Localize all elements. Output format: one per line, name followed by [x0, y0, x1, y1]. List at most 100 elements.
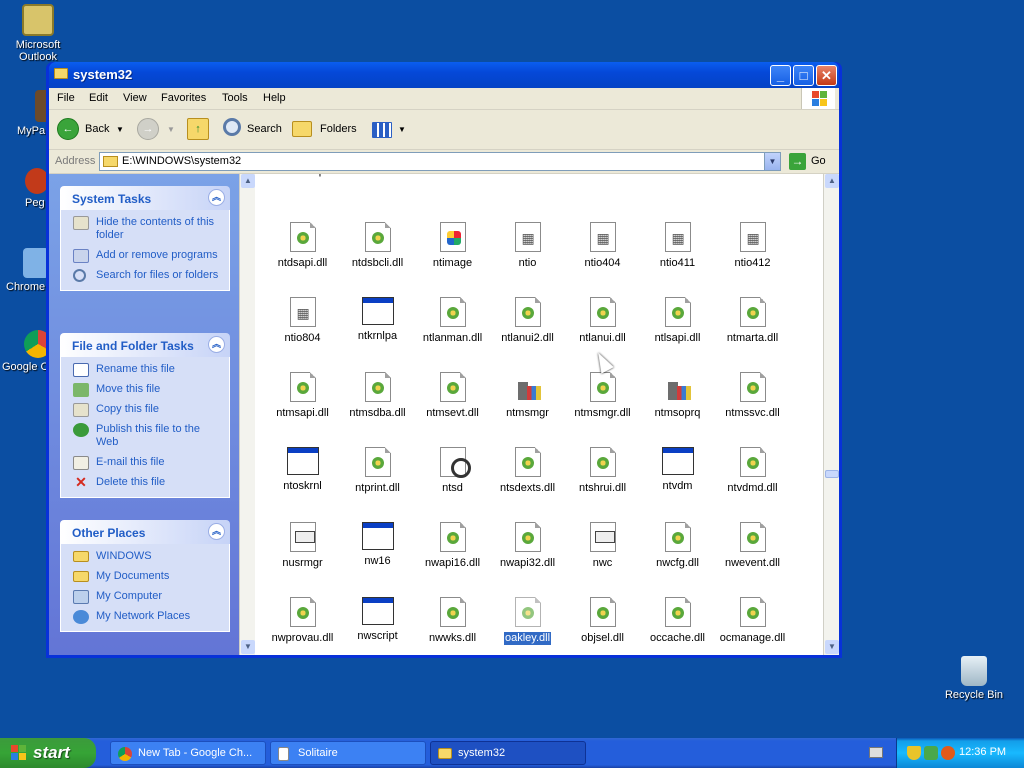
file-item[interactable]: nwscript [340, 597, 415, 643]
file-item[interactable]: ntdos412 [640, 174, 715, 178]
file-item[interactable]: nw16 [340, 522, 415, 568]
task-email-file[interactable]: E-mail this file [73, 456, 221, 470]
file-item[interactable]: nwapi32.dll [490, 522, 565, 570]
menu-tools[interactable]: Tools [222, 92, 248, 104]
file-item[interactable]: ocmanage.dll [715, 597, 790, 645]
file-item[interactable]: nwwks.dll [415, 597, 490, 645]
scroll-up-arrow-icon[interactable]: ▲ [825, 174, 839, 188]
file-item[interactable]: nusrmgr [265, 522, 340, 570]
up-folder-button[interactable]: ↑ [187, 118, 209, 142]
file-item[interactable]: nwc [565, 522, 640, 570]
task-search-files[interactable]: Search for files or folders [73, 269, 221, 282]
folders-button[interactable]: Folders [292, 118, 358, 142]
place-my-computer[interactable]: My Computer [73, 590, 221, 604]
task-system32[interactable]: system32 [430, 741, 586, 765]
task-rename-file[interactable]: Rename this file [73, 363, 221, 377]
file-item[interactable]: ntio411 [640, 222, 715, 270]
file-item[interactable]: ntlanui2.dll [490, 297, 565, 345]
file-item[interactable]: ntsdexts.dll [490, 447, 565, 495]
file-item[interactable]: ntmsevt.dll [415, 372, 490, 420]
file-item[interactable]: ntshrui.dll [565, 447, 640, 495]
search-button[interactable]: Search [221, 118, 287, 142]
file-item[interactable]: occache.dll [640, 597, 715, 645]
file-item[interactable]: ntmsmgr.dll [565, 372, 640, 420]
file-item[interactable]: ntprint.dll [340, 447, 415, 495]
file-item[interactable]: ntdos804 [715, 174, 790, 178]
address-dropdown-button[interactable]: ▼ [764, 153, 780, 170]
views-button[interactable]: ▼ [372, 118, 406, 142]
menu-file[interactable]: File [57, 92, 75, 104]
file-item[interactable]: ntlanui.dll [565, 297, 640, 345]
file-list-scrollbar[interactable]: ▲ ▼ [823, 174, 839, 655]
file-item[interactable]: ntdos411 [565, 174, 640, 178]
file-item[interactable]: objsel.dll [565, 597, 640, 645]
file-item[interactable]: ntimage [415, 222, 490, 270]
file-item[interactable]: nwcfg.dll [640, 522, 715, 570]
scroll-up-arrow-icon[interactable]: ▲ [241, 174, 255, 188]
file-item[interactable]: ntio404 [565, 222, 640, 270]
scroll-down-arrow-icon[interactable]: ▼ [241, 640, 255, 654]
task-publish-to-web[interactable]: Publish this file to the Web [73, 423, 221, 449]
menu-favorites[interactable]: Favorites [161, 92, 206, 104]
task-move-file[interactable]: Move this file [73, 383, 221, 397]
file-item[interactable]: ntkrnlpa [340, 297, 415, 343]
tasks-pane-scrollbar[interactable]: ▲ ▼ [239, 174, 255, 655]
desktop-icon-recycle-bin[interactable]: Recycle Bin [936, 656, 1012, 701]
task-add-remove-programs[interactable]: Add or remove programs [73, 249, 221, 263]
security-shield-icon[interactable] [907, 746, 921, 760]
file-item[interactable]: ntdll.dll [340, 174, 415, 178]
file-item[interactable]: nwapi16.dll [415, 522, 490, 570]
task-delete-file[interactable]: ✕ Delete this file [73, 475, 221, 489]
file-item[interactable]: oakley.dll [490, 597, 565, 645]
collapse-chevron-icon[interactable]: ︽ [208, 523, 225, 540]
title-bar[interactable]: system32 _ □ ✕ [49, 62, 839, 88]
keyboard-icon[interactable] [869, 747, 883, 758]
chevron-down-icon[interactable]: ▼ [167, 125, 175, 134]
start-button[interactable]: start [0, 738, 96, 768]
collapse-chevron-icon[interactable]: ︽ [208, 336, 225, 353]
menu-view[interactable]: View [123, 92, 147, 104]
chevron-down-icon[interactable]: ▼ [398, 125, 406, 134]
place-my-documents[interactable]: My Documents [73, 570, 221, 583]
task-chrome[interactable]: New Tab - Google Ch... [110, 741, 266, 765]
file-item[interactable]: ntdsbcli.dll [340, 222, 415, 270]
menu-help[interactable]: Help [263, 92, 286, 104]
forward-button[interactable]: → ▼ [137, 118, 175, 142]
back-button[interactable]: ← Back ▼ [57, 118, 124, 142]
file-item[interactable]: ntlsapi.dll [640, 297, 715, 345]
file-item[interactable]: nwprovau.dll [265, 597, 340, 645]
file-item[interactable]: ntmsdba.dll [340, 372, 415, 420]
file-item[interactable]: ntio [490, 222, 565, 270]
file-item[interactable]: ntbackup [265, 174, 340, 178]
place-windows[interactable]: WINDOWS [73, 550, 221, 563]
file-item[interactable]: ntmssvc.dll [715, 372, 790, 420]
file-item[interactable]: ntvdmd.dll [715, 447, 790, 495]
collapse-chevron-icon[interactable]: ︽ [208, 189, 225, 206]
file-item[interactable]: ntvdm [640, 447, 715, 493]
close-button[interactable]: ✕ [816, 65, 837, 86]
file-item[interactable]: ntlanman.dll [415, 297, 490, 345]
scrollbar-thumb[interactable] [825, 470, 839, 478]
minimize-button[interactable]: _ [770, 65, 791, 86]
place-my-network-places[interactable]: My Network Places [73, 610, 221, 624]
search-tray-icon[interactable] [941, 746, 955, 760]
file-item[interactable]: ntdos404 [490, 174, 565, 178]
menu-edit[interactable]: Edit [89, 92, 108, 104]
other-places-header[interactable]: Other Places ︽ [60, 520, 230, 544]
file-item[interactable]: ntsd [415, 447, 490, 495]
task-hide-folder-contents[interactable]: Hide the contents of this folder [73, 216, 221, 242]
desktop-icon-outlook[interactable]: Microsoft Outlook [0, 4, 76, 63]
file-item[interactable]: ntmsoprq [640, 372, 715, 420]
system-tasks-header[interactable]: System Tasks ︽ [60, 186, 230, 210]
file-item[interactable]: ntoskrnl [265, 447, 340, 493]
file-item[interactable]: ntmsapi.dll [265, 372, 340, 420]
file-item[interactable]: ntdsapi.dll [265, 222, 340, 270]
task-solitaire[interactable]: Solitaire [270, 741, 426, 765]
chevron-down-icon[interactable]: ▼ [116, 125, 124, 134]
task-copy-file[interactable]: Copy this file [73, 403, 221, 417]
address-input[interactable]: E:\WINDOWS\system32 ▼ [99, 152, 781, 171]
network-icon[interactable] [924, 746, 938, 760]
maximize-button[interactable]: □ [793, 65, 814, 86]
scroll-down-arrow-icon[interactable]: ▼ [825, 640, 839, 654]
file-item[interactable]: ntmsmgr [490, 372, 565, 420]
